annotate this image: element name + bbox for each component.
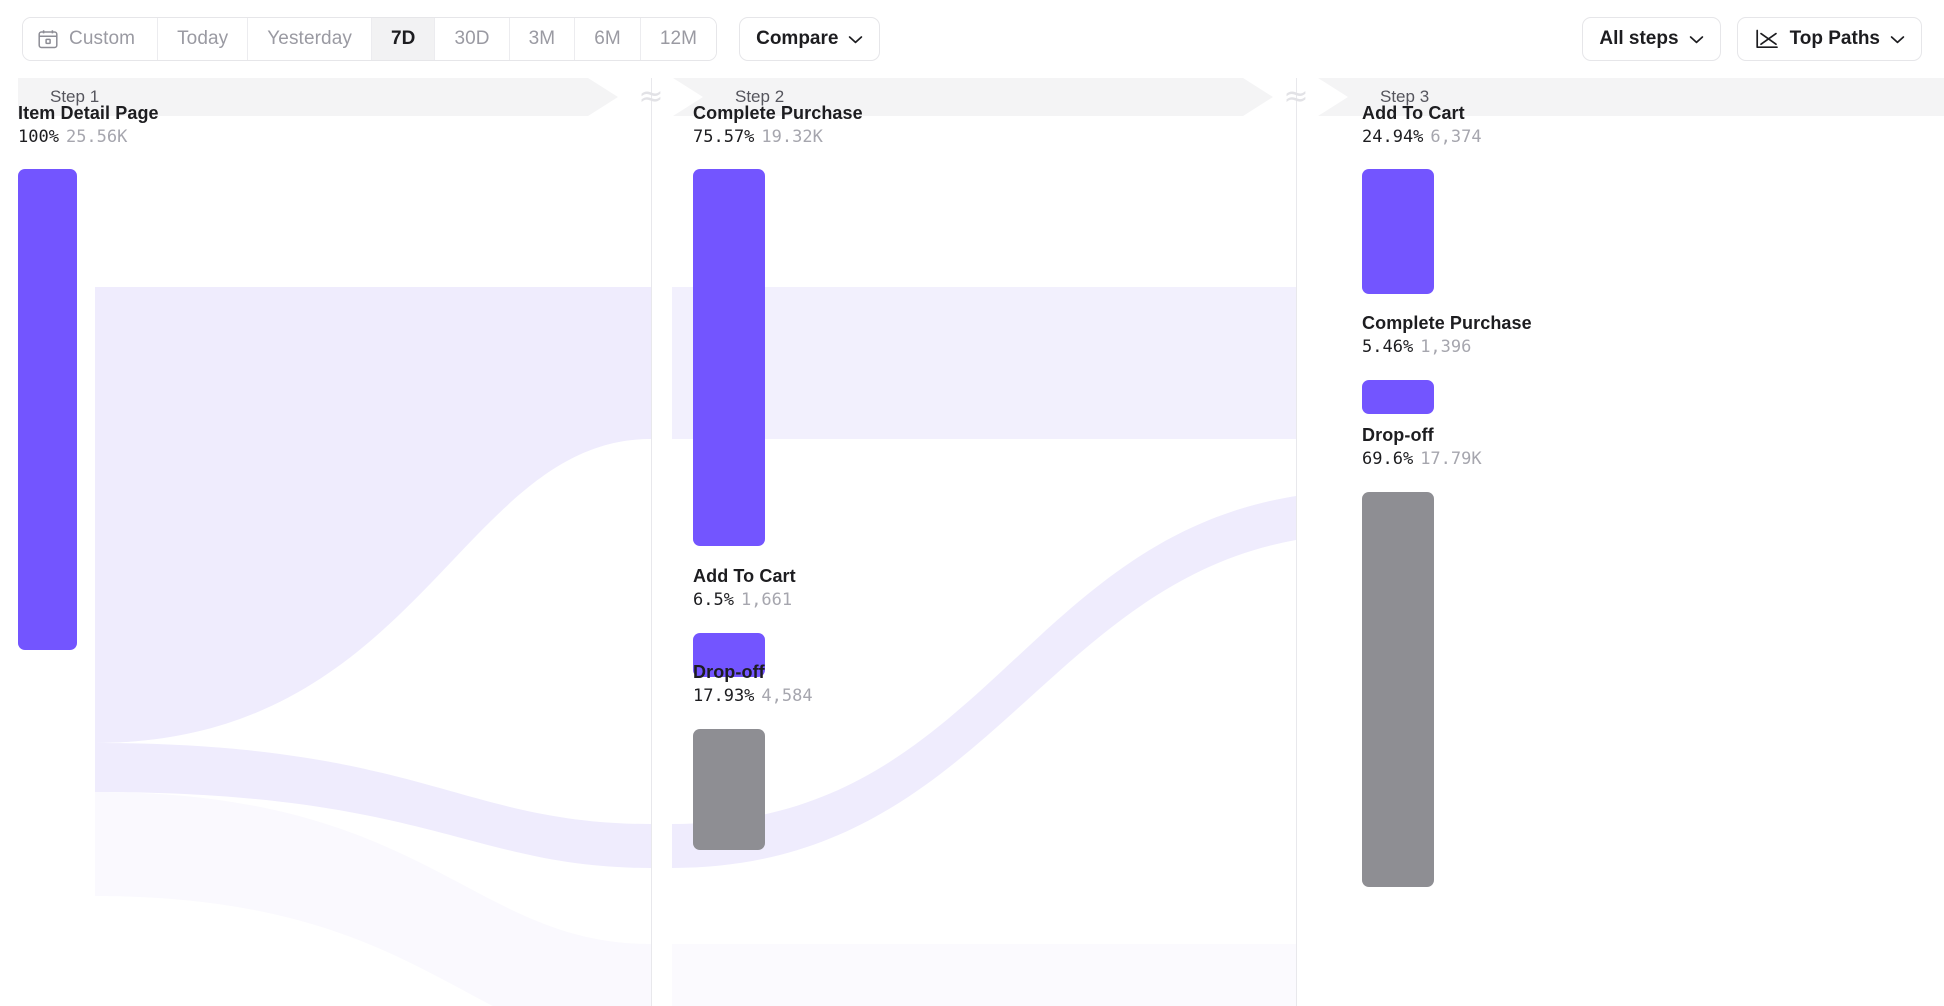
node-count: 6,374 <box>1430 127 1481 147</box>
top-toolbar: Custom Today Yesterday 7D 30D 3M 6M 12M … <box>0 0 1944 78</box>
node-percent: 5.46% <box>1362 337 1413 357</box>
chevron-down-icon <box>848 35 863 44</box>
node-count: 1,661 <box>741 590 792 610</box>
date-range-option-7d[interactable]: 7D <box>372 18 436 60</box>
date-range-option-custom[interactable]: Custom <box>23 18 158 60</box>
node-percent: 75.57% <box>693 127 754 147</box>
node-count: 4,584 <box>761 686 812 706</box>
funnel-flow-links <box>0 78 1944 1006</box>
flow-link-complete-purchase-to-add-to-cart <box>672 287 1296 439</box>
calendar-icon <box>37 28 59 50</box>
date-range-option-12m[interactable]: 12M <box>641 18 716 60</box>
node-label-add-to-cart-s3[interactable]: Add To Cart 24.94% 6,374 <box>1362 102 1482 148</box>
node-bar-add-to-cart-s3[interactable] <box>1362 169 1434 294</box>
node-count: 17.79K <box>1420 449 1481 469</box>
paths-icon <box>1754 28 1780 50</box>
date-range-option-3m-label: 3M <box>529 28 556 50</box>
date-range-option-7d-label: 7D <box>391 28 416 50</box>
flow-link-idp-to-complete-purchase <box>95 287 651 743</box>
compare-dropdown-label: Compare <box>756 28 838 50</box>
node-percent: 100% <box>18 127 59 147</box>
node-label-dropoff-s2[interactable]: Drop-off 17.93% 4,584 <box>693 661 813 707</box>
date-range-option-30d[interactable]: 30D <box>435 18 509 60</box>
flow-link-idp-to-add-to-cart <box>95 743 651 868</box>
node-percent: 24.94% <box>1362 127 1423 147</box>
node-percent: 17.93% <box>693 686 754 706</box>
node-name: Add To Cart <box>1362 102 1482 124</box>
node-stats: 100% 25.56K <box>18 126 159 148</box>
date-range-segmented-control[interactable]: Custom Today Yesterday 7D 30D 3M 6M 12M <box>22 17 717 61</box>
node-percent: 69.6% <box>1362 449 1413 469</box>
node-name: Complete Purchase <box>1362 312 1532 334</box>
date-range-option-yesterday-label: Yesterday <box>267 28 352 50</box>
node-count: 1,396 <box>1420 337 1471 357</box>
node-label-dropoff-s3[interactable]: Drop-off 69.6% 17.79K <box>1362 424 1482 470</box>
node-stats: 75.57% 19.32K <box>693 126 863 148</box>
flow-link-idp-to-dropoff <box>95 792 651 1006</box>
node-bar-dropoff-s2[interactable] <box>693 729 765 850</box>
step-separator-glyph-2: ≈ <box>1279 78 1313 116</box>
date-range-option-today-label: Today <box>177 28 228 50</box>
node-count: 25.56K <box>66 127 127 147</box>
node-stats: 5.46% 1,396 <box>1362 336 1532 358</box>
date-range-option-12m-label: 12M <box>660 28 697 50</box>
node-stats: 24.94% 6,374 <box>1362 126 1482 148</box>
node-label-complete-purchase-s2[interactable]: Complete Purchase 75.57% 19.32K <box>693 102 863 148</box>
node-name: Complete Purchase <box>693 102 863 124</box>
node-bar-complete-purchase-s3[interactable] <box>1362 380 1434 414</box>
chevron-down-icon <box>1689 35 1704 44</box>
date-range-option-6m[interactable]: 6M <box>575 18 641 60</box>
view-mode-label: Top Paths <box>1790 28 1880 50</box>
node-label-add-to-cart-s2[interactable]: Add To Cart 6.5% 1,661 <box>693 565 796 611</box>
date-range-option-yesterday[interactable]: Yesterday <box>248 18 372 60</box>
date-range-option-6m-label: 6M <box>594 28 621 50</box>
node-label-complete-purchase-s3[interactable]: Complete Purchase 5.46% 1,396 <box>1362 312 1532 358</box>
step-separator-glyph-1: ≈ <box>634 78 668 116</box>
node-name: Add To Cart <box>693 565 796 587</box>
flow-link-complete-purchase-to-dropoff <box>672 944 1296 1006</box>
funnel-board: Step 1 Item Detail Page 100%25.56K ≈ Ste… <box>0 78 1944 1006</box>
node-stats: 6.5% 1,661 <box>693 589 796 611</box>
steps-filter-dropdown[interactable]: All steps <box>1582 17 1720 61</box>
date-range-option-3m[interactable]: 3M <box>510 18 576 60</box>
steps-filter-label: All steps <box>1599 28 1678 50</box>
date-range-option-today[interactable]: Today <box>158 18 248 60</box>
column-divider-2 <box>1296 78 1297 1006</box>
column-divider-1 <box>651 78 652 1006</box>
node-label-item-detail-page[interactable]: Item Detail Page 100% 25.56K <box>18 102 159 148</box>
node-name: Drop-off <box>1362 424 1482 446</box>
node-bar-item-detail-page[interactable] <box>18 169 77 650</box>
date-range-option-30d-label: 30D <box>454 28 489 50</box>
node-name: Item Detail Page <box>18 102 159 124</box>
chevron-down-icon <box>1890 35 1905 44</box>
date-range-option-custom-label: Custom <box>69 28 135 50</box>
node-stats: 17.93% 4,584 <box>693 685 813 707</box>
node-bar-complete-purchase-s2[interactable] <box>693 169 765 546</box>
node-percent: 6.5% <box>693 590 734 610</box>
node-name: Drop-off <box>693 661 813 683</box>
node-count: 19.32K <box>761 127 822 147</box>
compare-dropdown[interactable]: Compare <box>739 17 880 61</box>
node-bar-dropoff-s3[interactable] <box>1362 492 1434 887</box>
view-mode-dropdown[interactable]: Top Paths <box>1737 17 1922 61</box>
node-stats: 69.6% 17.79K <box>1362 448 1482 470</box>
